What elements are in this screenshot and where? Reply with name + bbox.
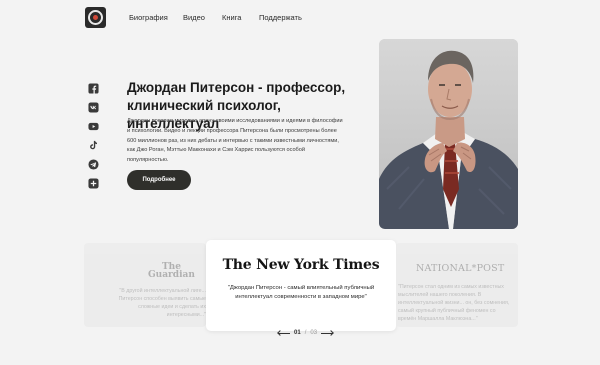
logo-dot	[93, 15, 98, 20]
telegram-icon[interactable]	[88, 159, 99, 170]
more-icon[interactable]	[88, 178, 99, 189]
quote-text-national-post: "Питерсон стал одним из самых известных …	[398, 284, 510, 322]
nav-item-video[interactable]: Видео	[183, 13, 205, 22]
nav-item-support[interactable]: Поддержать	[259, 13, 302, 22]
press-quotes-carousel: The Guardian "В другой интеллектуальной …	[84, 240, 518, 331]
guardian-logo: The Guardian	[148, 263, 195, 280]
quote-card-nyt[interactable]: The New York Times "Джордан Питерсон - с…	[206, 240, 396, 331]
portrait-photo	[379, 39, 518, 229]
nyt-logo: The New York Times	[222, 257, 380, 273]
next-arrow-icon[interactable]	[321, 330, 334, 336]
quote-card-guardian[interactable]: The Guardian "В другой интеллектуальной …	[84, 243, 206, 327]
facebook-icon[interactable]	[88, 83, 99, 94]
quote-text-guardian: "В другой интеллектуальной лиге... Питер…	[118, 288, 206, 318]
hero-description: Джордан покорил мировую арену своими исс…	[127, 118, 343, 164]
guardian-logo-line2: Guardian	[148, 270, 195, 280]
more-button[interactable]: Подробнее	[127, 170, 191, 190]
tiktok-icon[interactable]	[88, 140, 99, 151]
prev-arrow-icon[interactable]	[278, 330, 290, 336]
quote-card-national-post[interactable]: NATIONAL*POST "Питерсон стал одним из са…	[396, 243, 518, 327]
nav-item-biography[interactable]: Биография	[129, 13, 168, 22]
national-post-logo: NATIONAL*POST	[416, 263, 505, 274]
nav-item-book[interactable]: Книга	[222, 13, 241, 22]
youtube-icon[interactable]	[88, 121, 99, 132]
pager-current: 01	[294, 330, 301, 336]
portrait-illustration	[379, 39, 518, 229]
pager-total: 03	[310, 330, 318, 336]
quote-text-nyt: "Джордан Питерсон - самый влиятельный пу…	[227, 285, 375, 300]
carousel-pager: 01 / 03	[278, 330, 334, 336]
pager-separator: /	[304, 330, 307, 336]
site-logo-icon[interactable]	[85, 7, 106, 28]
vk-icon[interactable]	[88, 102, 99, 113]
